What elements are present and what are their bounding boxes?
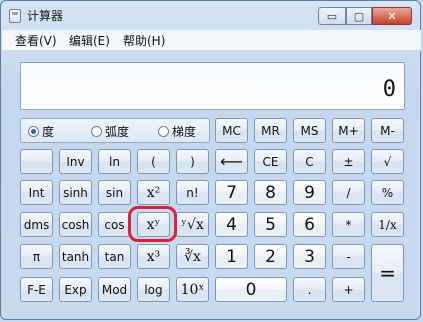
- power-button[interactable]: xʸ: [137, 212, 170, 237]
- exp-button[interactable]: Exp: [59, 277, 92, 302]
- radio-radians[interactable]: 弧度: [91, 123, 129, 140]
- memory-recall-button[interactable]: MR: [254, 118, 287, 143]
- memory-store-button[interactable]: MS: [293, 118, 326, 143]
- memory-subtract-button[interactable]: M-: [371, 118, 404, 143]
- square-button[interactable]: x²: [137, 180, 170, 205]
- percent-button[interactable]: %: [371, 180, 404, 205]
- close-button[interactable]: ✕: [372, 7, 412, 25]
- clear-button[interactable]: C: [293, 149, 326, 174]
- ln-button[interactable]: ln: [98, 149, 131, 174]
- sinh-button[interactable]: sinh: [59, 180, 92, 205]
- tanh-button[interactable]: tanh: [59, 244, 92, 269]
- cosh-button[interactable]: cosh: [59, 212, 92, 237]
- minimize-icon: ▭: [326, 9, 338, 23]
- equals-button[interactable]: =: [371, 244, 404, 302]
- negate-button[interactable]: ±: [332, 149, 365, 174]
- radio-gradians[interactable]: 梯度: [158, 123, 196, 140]
- maximize-icon: ▢: [353, 9, 365, 23]
- tan-button[interactable]: tan: [98, 244, 131, 269]
- cos-button[interactable]: cos: [98, 212, 131, 237]
- sin-button[interactable]: sin: [98, 180, 131, 205]
- fixed-exponential-button[interactable]: F-E: [20, 277, 53, 302]
- close-icon: ✕: [387, 9, 397, 23]
- angle-unit-group: 度 弧度 梯度: [20, 118, 210, 143]
- backspace-button[interactable]: ⟵: [215, 149, 248, 174]
- multiply-button[interactable]: *: [332, 212, 365, 237]
- window-title: 计算器: [27, 9, 64, 23]
- digit-5-button[interactable]: 5: [254, 212, 287, 237]
- radio-degrees-label: 度: [42, 125, 55, 139]
- radio-degrees[interactable]: 度: [28, 123, 54, 140]
- maximize-button[interactable]: ▢: [346, 7, 372, 25]
- cube-button[interactable]: x³: [137, 244, 170, 269]
- cube-root-button[interactable]: ∛x: [176, 244, 209, 269]
- result-display: 0: [20, 62, 405, 110]
- close-paren-button[interactable]: ): [176, 149, 209, 174]
- memory-add-button[interactable]: M+: [332, 118, 365, 143]
- dms-button[interactable]: dms: [20, 212, 53, 237]
- display-value: 0: [382, 77, 396, 102]
- subtract-button[interactable]: -: [332, 244, 365, 269]
- pi-button[interactable]: π: [20, 244, 53, 269]
- memory-clear-button[interactable]: MC: [215, 118, 248, 143]
- digit-3-button[interactable]: 3: [293, 244, 326, 269]
- radio-gradians-label: 梯度: [172, 125, 197, 139]
- digit-0-button[interactable]: 0: [215, 277, 287, 302]
- digit-6-button[interactable]: 6: [293, 212, 326, 237]
- inverse-button[interactable]: Inv: [59, 149, 92, 174]
- minimize-button[interactable]: ▭: [318, 7, 346, 25]
- title-bar: 计算器 ▭ ▢ ✕: [1, 1, 420, 29]
- decimal-button[interactable]: .: [293, 277, 326, 302]
- square-root-button[interactable]: √: [371, 149, 404, 174]
- calculator-window: 计算器 ▭ ▢ ✕ 查看(V) 编辑(E) 帮助(H) 0 度 弧度 梯度 MC…: [0, 0, 421, 320]
- digit-4-button[interactable]: 4: [215, 212, 248, 237]
- ten-power-button[interactable]: 10ˣ: [176, 277, 209, 302]
- radio-dot-icon: [158, 126, 169, 137]
- factorial-button[interactable]: n!: [176, 180, 209, 205]
- radio-dot-icon: [91, 126, 102, 137]
- digit-7-button[interactable]: 7: [215, 180, 248, 205]
- digit-2-button[interactable]: 2: [254, 244, 287, 269]
- digit-1-button[interactable]: 1: [215, 244, 248, 269]
- menu-bar: 查看(V) 编辑(E) 帮助(H): [2, 30, 421, 51]
- radio-radians-label: 弧度: [105, 125, 130, 139]
- menu-edit[interactable]: 编辑(E): [69, 32, 110, 49]
- log-button[interactable]: log: [137, 277, 170, 302]
- reciprocal-button[interactable]: 1/x: [371, 212, 404, 237]
- menu-help[interactable]: 帮助(H): [123, 32, 165, 49]
- calculator-app-icon: [9, 9, 21, 23]
- mod-button[interactable]: Mod: [98, 277, 131, 302]
- add-button[interactable]: +: [332, 277, 365, 302]
- digit-9-button[interactable]: 9: [293, 180, 326, 205]
- blank-button: [20, 149, 53, 174]
- digit-8-button[interactable]: 8: [254, 180, 287, 205]
- y-root-x-button[interactable]: ʸ√x: [176, 212, 209, 237]
- clear-entry-button[interactable]: CE: [254, 149, 287, 174]
- menu-view[interactable]: 查看(V): [15, 32, 57, 49]
- integer-button[interactable]: Int: [20, 180, 53, 205]
- open-paren-button[interactable]: (: [137, 149, 170, 174]
- radio-dot-icon: [28, 126, 39, 137]
- divide-button[interactable]: /: [332, 180, 365, 205]
